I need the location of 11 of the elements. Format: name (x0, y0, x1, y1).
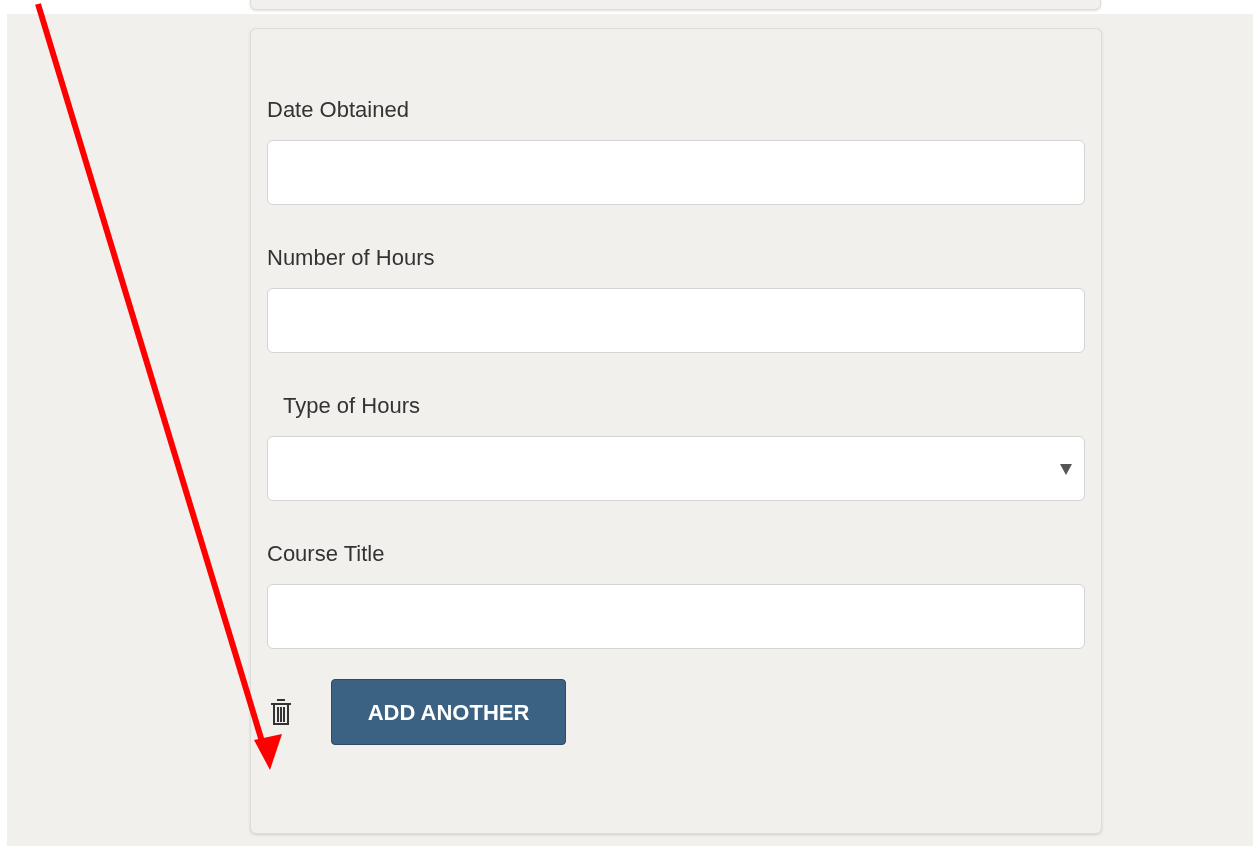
select-field[interactable] (267, 436, 1085, 501)
field-label: Type of Hours (283, 392, 420, 420)
dropdown-arrow-icon (1060, 464, 1072, 475)
input-field[interactable] (267, 288, 1085, 353)
field-label: Course Title (267, 540, 385, 568)
trash-icon[interactable] (269, 696, 293, 728)
field-label: Date Obtained (267, 96, 409, 124)
input-field[interactable] (267, 584, 1085, 649)
add-another-button[interactable]: ADD ANOTHER (331, 679, 566, 745)
field-label: Number of Hours (267, 244, 435, 272)
input-field[interactable] (267, 140, 1085, 205)
